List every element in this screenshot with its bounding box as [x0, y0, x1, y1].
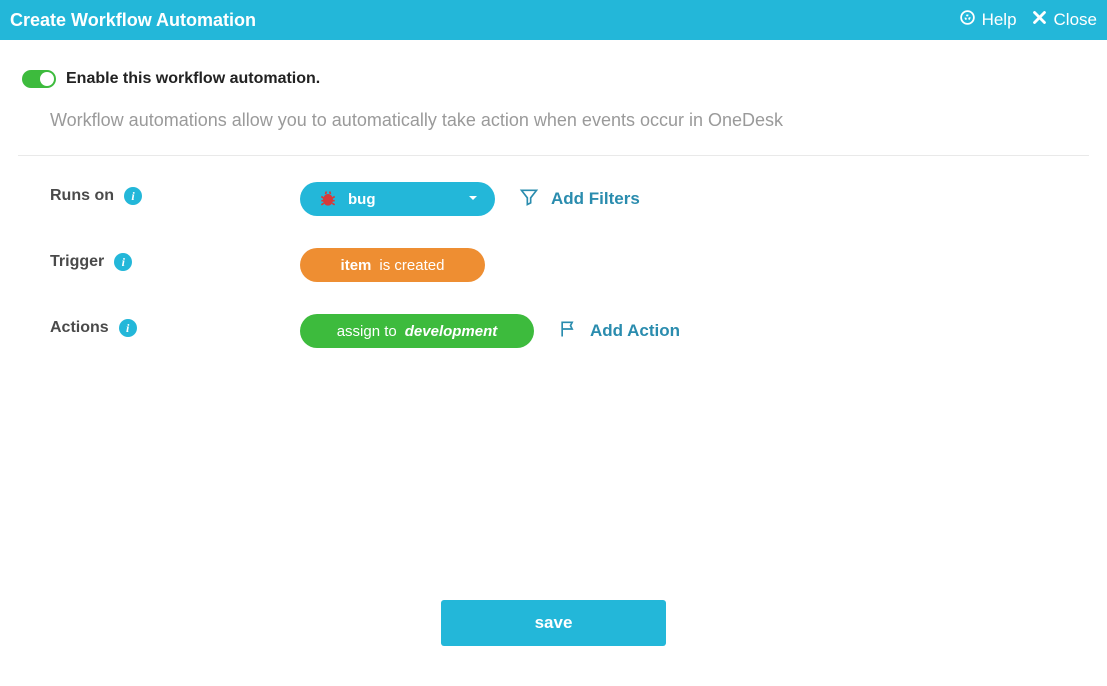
dialog-body: Enable this workflow automation. Workflo… — [0, 40, 1107, 686]
close-button[interactable]: Close — [1031, 9, 1097, 31]
add-filters-button[interactable]: Add Filters — [519, 187, 640, 212]
help-label: Help — [982, 10, 1017, 30]
filter-icon — [519, 187, 539, 212]
close-icon — [1031, 9, 1048, 31]
description-text: Workflow automations allow you to automa… — [18, 110, 1089, 156]
action-pill[interactable]: assign to development — [300, 314, 534, 348]
footer: save — [18, 560, 1089, 666]
actions-value: assign to development Add Action — [300, 314, 680, 348]
save-button[interactable]: save — [441, 600, 666, 646]
add-action-button[interactable]: Add Action — [558, 319, 680, 344]
chevron-down-icon — [467, 191, 479, 208]
trigger-label: Trigger — [50, 253, 104, 271]
add-action-label: Add Action — [590, 321, 680, 341]
trigger-event: is created — [379, 257, 444, 274]
action-target: development — [405, 323, 498, 340]
titlebar: Create Workflow Automation Help Close — [0, 0, 1107, 40]
trigger-row: Trigger i item is created — [50, 248, 1089, 282]
close-label: Close — [1054, 10, 1097, 30]
add-filters-label: Add Filters — [551, 189, 640, 209]
info-icon[interactable]: i — [124, 187, 142, 205]
actions-label-group: Actions i — [50, 314, 300, 337]
help-icon — [959, 9, 976, 31]
config-section: Runs on i bug Add Filters — [18, 156, 1089, 348]
runs-on-label: Runs on — [50, 187, 114, 205]
runs-on-select[interactable]: bug — [300, 182, 495, 216]
bug-icon — [318, 189, 338, 209]
trigger-label-group: Trigger i — [50, 248, 300, 271]
runs-on-label-group: Runs on i — [50, 182, 300, 205]
titlebar-actions: Help Close — [959, 9, 1097, 31]
help-button[interactable]: Help — [959, 9, 1017, 31]
actions-row: Actions i assign to development Add Acti… — [50, 314, 1089, 348]
enable-row: Enable this workflow automation. — [18, 70, 1089, 88]
info-icon[interactable]: i — [114, 253, 132, 271]
trigger-pill[interactable]: item is created — [300, 248, 485, 282]
action-verb: assign to — [337, 323, 397, 340]
enable-toggle[interactable] — [22, 70, 56, 88]
actions-label: Actions — [50, 319, 109, 337]
runs-on-value: bug Add Filters — [300, 182, 640, 216]
trigger-item: item — [341, 257, 372, 274]
title: Create Workflow Automation — [10, 10, 256, 31]
runs-on-value-text: bug — [348, 191, 376, 208]
enable-label: Enable this workflow automation. — [66, 70, 320, 88]
info-icon[interactable]: i — [119, 319, 137, 337]
flag-icon — [558, 319, 578, 344]
trigger-value: item is created — [300, 248, 485, 282]
runs-on-row: Runs on i bug Add Filters — [50, 182, 1089, 216]
